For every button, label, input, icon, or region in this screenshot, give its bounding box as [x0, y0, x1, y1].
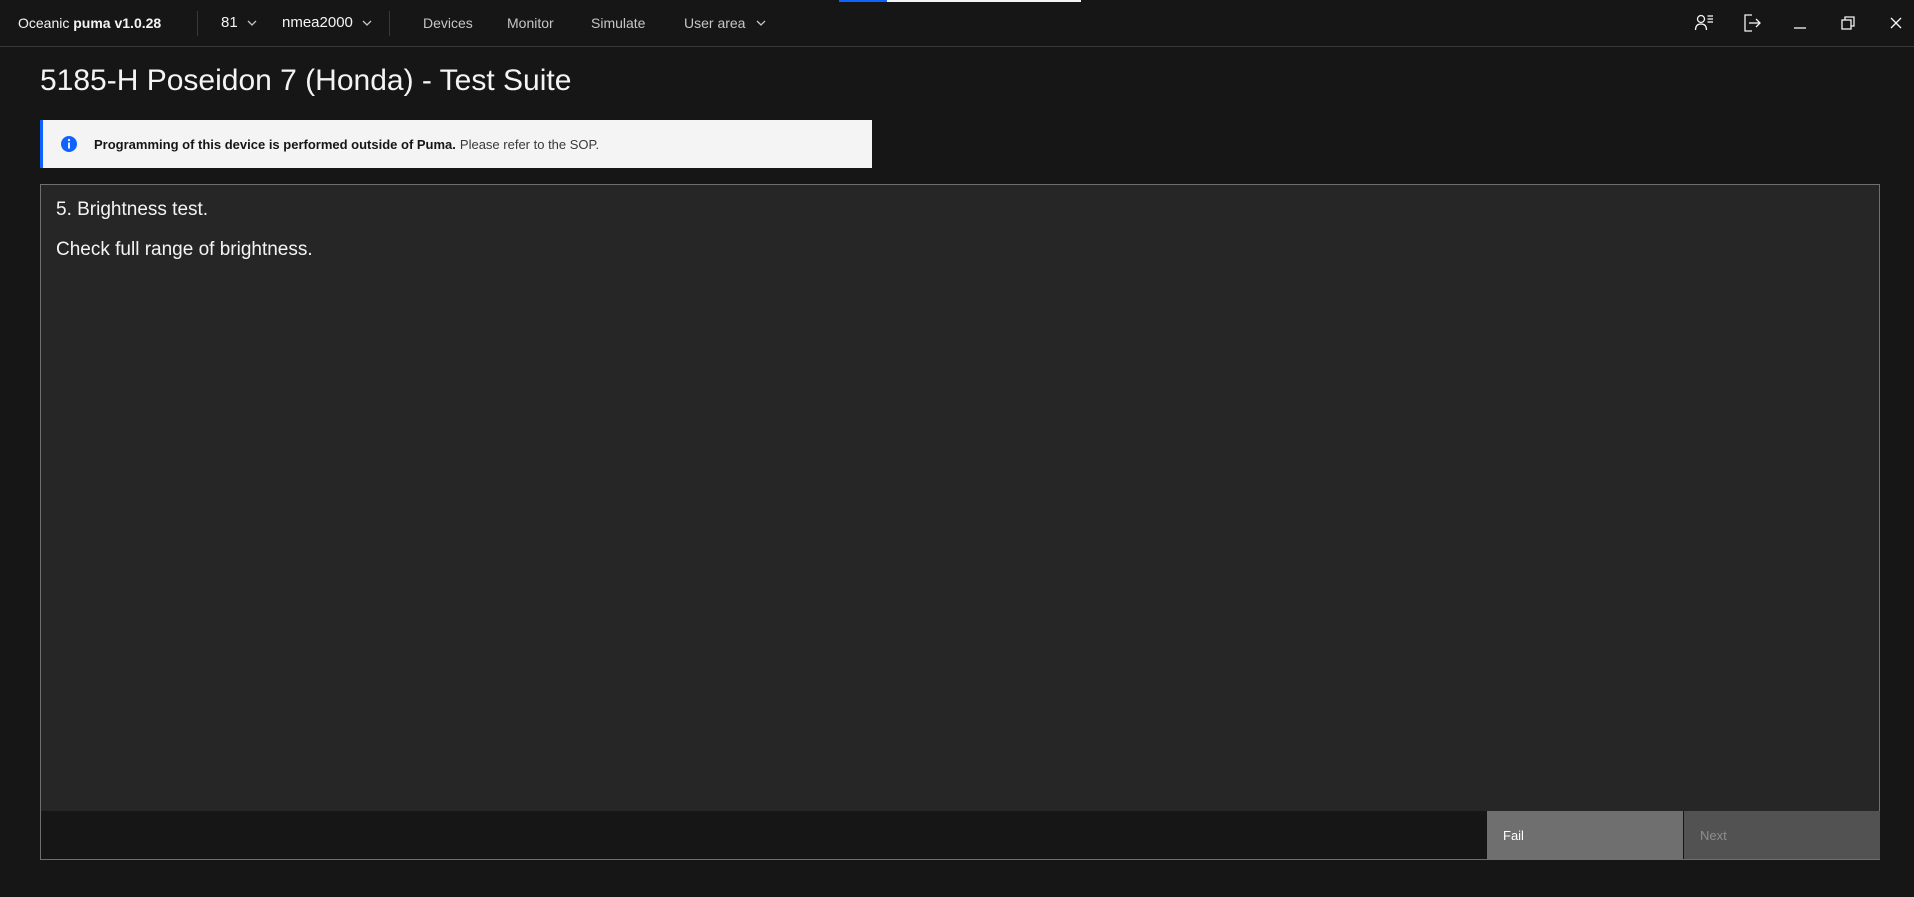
progress-fill: [839, 0, 888, 2]
device-select-value: 81: [221, 14, 238, 31]
nav-user-area-label: User area: [684, 15, 746, 31]
protocol-select[interactable]: nmea2000: [282, 14, 373, 31]
nav-monitor-label: Monitor: [507, 15, 554, 31]
nav-devices[interactable]: Devices: [423, 15, 473, 31]
divider: [197, 11, 198, 36]
test-step-panel: 5. Brightness test. Check full range of …: [40, 184, 1880, 860]
restore-icon[interactable]: [1836, 11, 1860, 35]
app-version: v1.0.28: [114, 15, 162, 31]
nav-simulate-label: Simulate: [591, 15, 646, 31]
protocol-select-value: nmea2000: [282, 14, 353, 31]
device-select[interactable]: 81: [221, 14, 258, 31]
nav-user-area[interactable]: User area: [684, 15, 767, 31]
nav-devices-label: Devices: [423, 15, 473, 31]
info-notification: Programming of this device is performed …: [40, 120, 872, 168]
info-icon: [60, 135, 78, 153]
divider: [389, 11, 390, 36]
nav-monitor[interactable]: Monitor: [507, 15, 554, 31]
brand-name: puma: [73, 15, 111, 31]
step-title: 5. Brightness test.: [56, 199, 209, 220]
brand-prefix: Oceanic: [18, 15, 70, 31]
logout-icon[interactable]: [1740, 11, 1764, 35]
chevron-down-icon: [362, 20, 372, 26]
top-bar: Oceanic puma v1.0.28 81 nmea2000 Devices…: [0, 0, 1914, 47]
minimize-icon[interactable]: [1788, 11, 1812, 35]
user-list-icon[interactable]: [1692, 11, 1716, 35]
fail-button[interactable]: Fail: [1487, 811, 1683, 859]
next-button[interactable]: Next: [1684, 811, 1880, 859]
page-title: 5185-H Poseidon 7 (Honda) - Test Suite: [40, 64, 572, 97]
step-description: Check full range of brightness.: [56, 239, 313, 260]
notice-text: Please refer to the SOP.: [459, 136, 600, 152]
chevron-down-icon: [247, 20, 257, 26]
close-icon[interactable]: [1884, 11, 1908, 35]
test-step-body: 5. Brightness test. Check full range of …: [41, 185, 1879, 811]
chevron-down-icon: [757, 20, 766, 26]
progress-indicator: [839, 0, 1081, 2]
notice-strong-text: Programming of this device is performed …: [94, 136, 456, 152]
nav-simulate[interactable]: Simulate: [591, 15, 645, 31]
app-brand: Oceanic puma v1.0.28: [18, 15, 161, 31]
test-step-footer: Fail Next: [41, 811, 1880, 859]
